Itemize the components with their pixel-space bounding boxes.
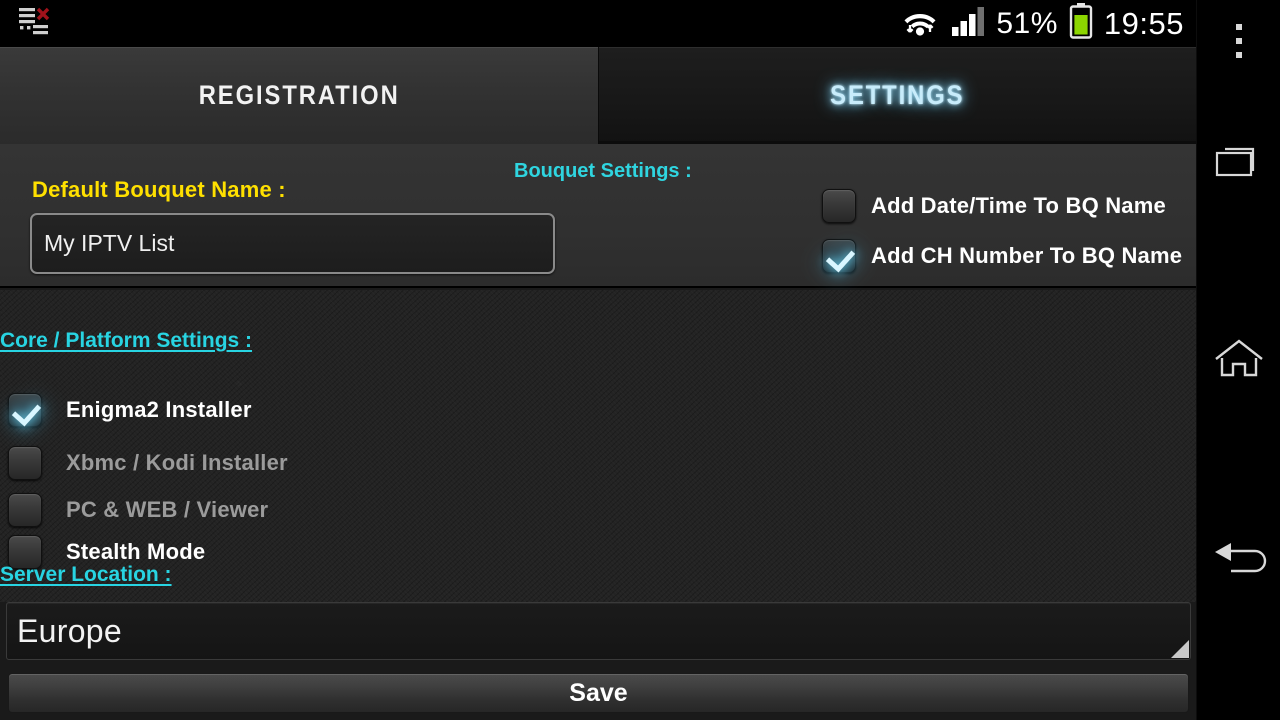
cellular-signal-icon — [951, 5, 985, 42]
home-button[interactable] — [1197, 326, 1280, 396]
home-icon — [1213, 337, 1265, 386]
status-indicators: 51% 19:55 — [900, 0, 1184, 47]
phone-viewport: 51% 19:55 REGISTRATION SETTINGS Default … — [0, 0, 1196, 720]
tab-bar: REGISTRATION SETTINGS — [0, 47, 1196, 144]
battery-icon — [1069, 3, 1093, 44]
checkbox-add-ch-number-label: Add CH Number To BQ Name — [871, 243, 1183, 268]
checkbox-row-kodi[interactable]: Xbmc / Kodi Installer — [8, 446, 288, 480]
checkbox-row-enigma2[interactable]: Enigma2 Installer — [8, 393, 252, 427]
overflow-menu-icon — [1236, 20, 1242, 62]
core-platform-settings-label: Core / Platform Settings : — [0, 329, 253, 352]
checkbox-add-datetime-label: Add Date/Time To BQ Name — [871, 193, 1166, 218]
save-button[interactable]: Save — [8, 673, 1189, 713]
checkbox-add-ch-number[interactable] — [822, 239, 856, 273]
server-location-value: Europe — [17, 612, 122, 649]
tab-registration[interactable]: REGISTRATION — [0, 47, 599, 144]
tab-settings[interactable]: SETTINGS — [598, 47, 1196, 144]
default-bouquet-name-value: My IPTV List — [44, 230, 175, 256]
checkbox-row-add-ch-number[interactable]: Add CH Number To BQ Name — [822, 239, 1182, 273]
checkbox-enigma2[interactable] — [8, 393, 42, 427]
checkbox-kodi[interactable] — [8, 446, 42, 480]
clock-label: 19:55 — [1103, 5, 1184, 41]
recent-apps-icon — [1215, 143, 1263, 188]
playlist-error-icon — [18, 7, 58, 44]
checkbox-add-datetime[interactable] — [822, 189, 856, 223]
checkbox-stealth-mode-label: Stealth Mode — [66, 539, 206, 564]
checkbox-enigma2-label: Enigma2 Installer — [66, 397, 252, 422]
back-button[interactable] — [1197, 528, 1280, 598]
bouquet-settings-section-label: Bouquet Settings : — [514, 160, 692, 182]
notification-area[interactable] — [18, 6, 62, 42]
spinner-indicator-icon — [1171, 640, 1189, 658]
recent-apps-button[interactable] — [1197, 130, 1280, 200]
screen-root: 51% 19:55 REGISTRATION SETTINGS Default … — [0, 0, 1280, 720]
checkbox-pc-web-viewer[interactable] — [8, 493, 42, 527]
checkbox-row-pc-web-viewer[interactable]: PC & WEB / Viewer — [8, 493, 268, 527]
save-button-label: Save — [569, 678, 628, 707]
system-navigation-bar — [1196, 0, 1280, 720]
overflow-menu-button[interactable] — [1197, 6, 1280, 76]
tab-settings-label: SETTINGS — [830, 80, 965, 110]
wifi-transfer-icon — [900, 5, 940, 42]
battery-percent-label: 51% — [996, 6, 1058, 40]
back-icon — [1211, 541, 1267, 586]
tab-registration-label: REGISTRATION — [198, 80, 400, 110]
checkbox-kodi-label: Xbmc / Kodi Installer — [66, 450, 288, 475]
default-bouquet-name-input[interactable]: My IPTV List — [30, 213, 555, 274]
status-bar: 51% 19:55 — [0, 0, 1196, 47]
checkbox-pc-web-viewer-label: PC & WEB / Viewer — [66, 497, 269, 522]
checkbox-row-add-datetime[interactable]: Add Date/Time To BQ Name — [822, 189, 1166, 223]
default-bouquet-name-label: Default Bouquet Name : — [32, 177, 286, 202]
server-location-label: Server Location : — [0, 563, 172, 586]
server-location-spinner[interactable]: Europe — [6, 602, 1191, 660]
